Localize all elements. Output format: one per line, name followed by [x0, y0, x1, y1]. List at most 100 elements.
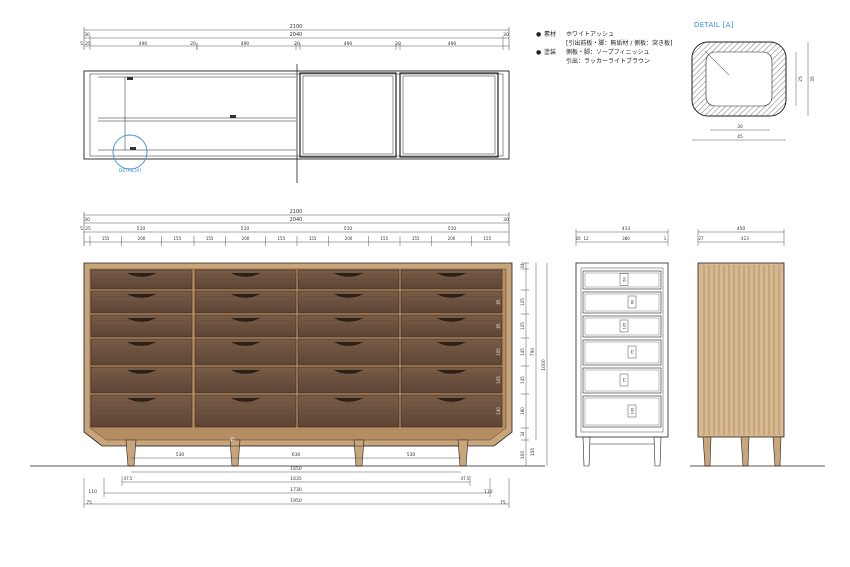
front-dim-row3-label: 200	[242, 236, 250, 241]
side-view: 450 27 423	[690, 226, 825, 467]
section-drawer-inner	[584, 293, 660, 312]
plan-dim-small-a: 5	[80, 41, 83, 47]
plan-dim-gap-3: 20	[395, 41, 401, 47]
section-shelf-label: 60	[631, 300, 635, 304]
detail-width-inner: 30	[737, 124, 743, 130]
bottom-side-75a: 75	[86, 500, 92, 506]
front-dim-bay-3: 510	[344, 226, 353, 232]
front-dim-row3-label: 200	[138, 236, 146, 241]
front-right-dim-label: 34	[520, 431, 525, 437]
note-row: [引出前板・脚：無垢材 / 側板：突き板]	[536, 39, 673, 48]
detail-height-inner: 25	[798, 76, 804, 82]
front-dim-row3-label: 155	[309, 236, 317, 241]
front-right-dim-label: 125	[520, 322, 525, 330]
note-key: 塗装	[544, 49, 557, 56]
section-shelf-label: 75	[623, 378, 627, 382]
bottom-dim-1650: 1650	[290, 466, 302, 472]
leg-spacing-1: 530	[176, 452, 185, 458]
bottom-side-110b: 110	[484, 489, 493, 495]
drawing-sheet: 2100 2040 30 30 5 25 490 20 490 20 490 2…	[0, 0, 850, 563]
material-notes: ● 素材 ホワイトアッシュ [引出前板・脚：無垢材 / 側板：突き板] ● 塗装 側板・…	[536, 30, 673, 66]
front-dim-edge-left: 30	[84, 217, 90, 223]
detail-mark: DETAIL[A]	[119, 168, 141, 174]
detail-title: DETAIL [A]	[694, 21, 734, 29]
leg-spacing-3: 530	[407, 452, 416, 458]
drawer-inner-dim: 85	[496, 299, 501, 305]
front-right-dim-label: 145	[520, 348, 525, 356]
front-dim-small-a: 5	[80, 226, 83, 232]
section-drawer-box	[582, 339, 662, 366]
technical-drawing: 2100 2040 30 30 5 25 490 20 490 20 490 2…	[30, 24, 825, 508]
note-row: ● 素材 ホワイトアッシュ	[536, 30, 673, 39]
detail-width-outer: 45	[737, 134, 743, 140]
plan-dim-seg-3: 490	[344, 41, 353, 47]
note-value: 引出：ラッカーライトブラウン	[566, 58, 651, 65]
plan-dim-edge-left: 30	[84, 32, 90, 38]
section-shelf-label: 100	[631, 408, 635, 415]
section-shelf-label: 75	[631, 350, 635, 354]
plan-dim-edge-right: 30	[503, 32, 509, 38]
detail-height-outer: 35	[810, 76, 816, 82]
section-drawer-box	[582, 395, 662, 428]
front-dim-row3-label: 155	[381, 236, 389, 241]
front-dim-row3-label: 200	[448, 236, 456, 241]
front-dim-row3-label: 200	[345, 236, 353, 241]
note-value: 側板・脚：ソープフィニッシュ	[566, 49, 650, 56]
plan-dim-seg-2: 490	[241, 41, 250, 47]
plan-dim-small-b: 25	[85, 41, 91, 47]
side-dim-total: 450	[737, 226, 746, 232]
front-right-dims: 34 125 125 145 145 180 34	[520, 262, 529, 441]
bottom-small-b: 47.5	[461, 476, 470, 481]
front-dim-edge-right: 30	[503, 217, 509, 223]
front-elevation: 2100 2040 30 30 5 25 510 510 510 510 155…	[30, 209, 548, 508]
front-dim-row3-label: 155	[412, 236, 420, 241]
drawer-inner-dim: 85	[496, 323, 501, 329]
side-dim-b: 423	[741, 236, 749, 241]
section-drawer-box	[582, 291, 662, 314]
note-row: 引出：ラッカーライトブラウン	[536, 57, 673, 66]
plan-dim-seg-4: 490	[448, 41, 457, 47]
bottom-dim-1635: 1635	[290, 476, 302, 482]
bottom-small-a: 47.5	[124, 476, 133, 481]
front-height-main: 790	[530, 348, 536, 357]
note-key: 素材	[544, 31, 557, 38]
bottom-side-75b: 75	[500, 500, 506, 506]
note-value: [引出前板・脚：無垢材 / 側板：突き板]	[566, 40, 673, 47]
front-right-dim-label: 180	[520, 407, 525, 415]
front-dim-row3-label: 155	[206, 236, 214, 241]
bottom-side-110a: 110	[88, 489, 97, 495]
bottom-dim-1730: 1730	[290, 487, 302, 493]
plan-dim-seg-1: 490	[139, 41, 148, 47]
plan-dim-total: 2100	[290, 24, 303, 30]
drawer-inner-dim: 105	[496, 348, 501, 356]
front-dim-row3-label: 155	[174, 236, 182, 241]
front-dim-inner: 2040	[290, 217, 303, 223]
front-dim-row3-label: 155	[484, 236, 492, 241]
front-leg-label: 45	[229, 437, 235, 442]
leg-spacing-2: 630	[292, 452, 301, 458]
bullet-icon: ●	[536, 49, 542, 56]
front-dim-bay-1: 510	[137, 226, 146, 232]
drawer-inner-dim: 140	[496, 407, 501, 415]
front-height-total: 1000	[541, 359, 547, 371]
front-right-dim-label: 125	[520, 298, 525, 306]
note-row: ● 塗装 側板・脚：ソープフィニッシュ	[536, 48, 673, 57]
front-leg-dim-b: 150	[530, 448, 536, 457]
detail-a: 30 45 25 35	[691, 41, 816, 141]
section-dim-c: 380	[622, 236, 630, 241]
front-dim-small-b: 25	[85, 226, 91, 232]
bullet-icon: ●	[536, 31, 542, 38]
front-dim-row3-label: 155	[278, 236, 286, 241]
bottom-dim-1950: 1950	[290, 498, 302, 504]
front-dim-row3-label: 155	[102, 236, 110, 241]
section-view: 413 20 12 380 1 60 60 105 75 75 100	[575, 226, 669, 467]
section-drawer-inner	[584, 397, 660, 426]
front-dim-bay-4: 510	[448, 226, 457, 232]
section-shelf-label: 60	[623, 277, 627, 281]
front-right-dim-label: 34	[520, 263, 525, 269]
front-dim-row3: 155 200 155 155 200 155 155 200 155 155 200 155	[89, 236, 492, 246]
section-shelves: 60 60 105 75 75 100	[582, 270, 662, 428]
plan-view: 2100 2040 30 30 5 25 490 20 490 20 490 2…	[80, 24, 510, 183]
drawer-inner-dim: 105	[496, 376, 501, 384]
front-leg-dim-a: 100	[520, 451, 526, 460]
